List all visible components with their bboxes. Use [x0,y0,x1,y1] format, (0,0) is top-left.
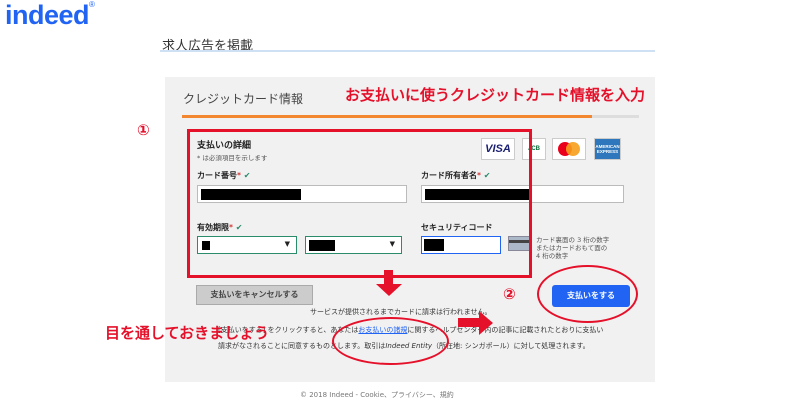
cancel-payment-button[interactable]: 支払いをキャンセルする [196,285,313,305]
footer-text[interactable]: © 2018 Indeed - Cookie、プライバシー、規約 [300,390,454,400]
title-underline [160,50,655,52]
arrow-right-head [479,311,493,335]
progress-line-rest [592,115,639,118]
indeed-logo[interactable]: indeed® [5,0,95,31]
mastercard-logo [552,138,586,160]
annotation-step1: ① [137,121,150,139]
annotation-box [187,129,532,278]
annotation-ellipse-terms [332,317,449,365]
annotation-step2: ② [503,285,516,303]
annotation-ellipse-pay [537,265,638,323]
arrow-down-head [376,284,402,296]
progress-line [182,115,592,118]
amex-logo: AMERICAN EXPRESS [594,138,621,160]
annotation-bottom: 目を通しておきましょう [105,324,270,342]
arrow-down-icon [384,270,393,285]
annotation-main: お支払いに使うクレジットカード情報を入力 [345,86,646,104]
card-section-title: クレジットカード情報 [183,92,304,106]
arrow-right-icon [458,318,480,327]
mastercard-icon [558,142,580,156]
security-help: カード裏面の 3 桁の数字 またはカードおもて面の 4 桁の数字 [536,236,610,260]
billing-note: サービスが提供されるまでカードに請求は行われません。 [310,308,492,316]
